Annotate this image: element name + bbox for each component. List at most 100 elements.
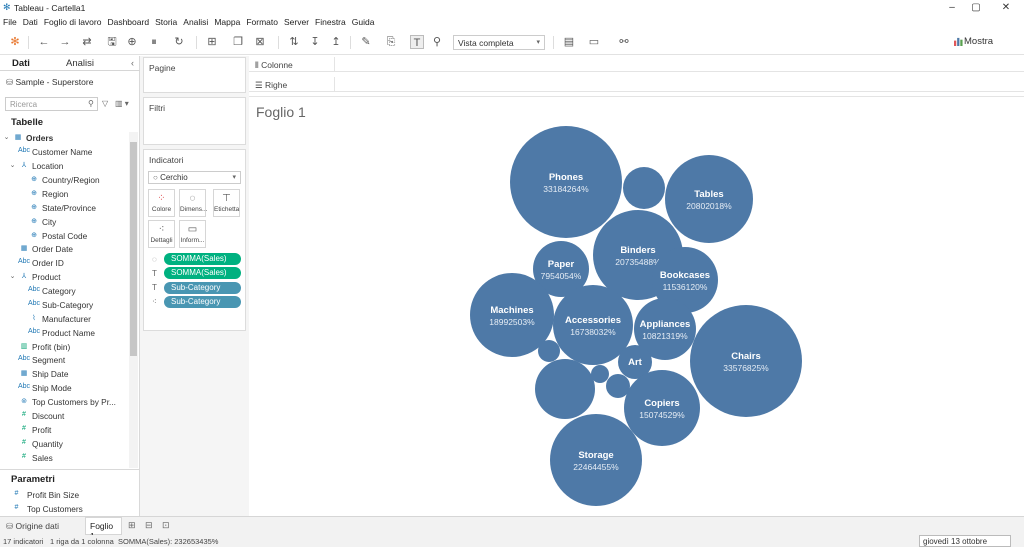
show-labels-icon[interactable]: T	[410, 35, 424, 49]
sort-descending-icon[interactable]: ↥	[329, 35, 343, 49]
pause-updates-icon[interactable]: ⏸	[147, 35, 161, 49]
field-item[interactable]: Abc Order ID	[0, 257, 128, 271]
sheet-tab[interactable]: Foglio 1	[85, 517, 122, 541]
bubble-mark[interactable]	[623, 167, 665, 209]
bubble-mark[interactable]	[606, 374, 630, 398]
size-button[interactable]: ◌ Dimens...	[179, 189, 207, 217]
search-icon[interactable]: ⚲	[88, 99, 94, 108]
menu-format[interactable]: Formato	[243, 16, 281, 28]
parameter-item[interactable]: # Top Customers	[0, 503, 128, 517]
field-item[interactable]: ▦ Order Date	[0, 243, 128, 257]
presentation-mode-icon[interactable]: ▭	[587, 35, 601, 49]
share-icon[interactable]: ⚯	[617, 35, 631, 49]
new-worksheet-icon[interactable]: ⊞	[205, 35, 219, 49]
expand-icon[interactable]: ⌄	[8, 272, 17, 280]
tooltip-button[interactable]: ▭ Inform...	[179, 220, 206, 248]
bubble-value: 22464455%	[573, 462, 619, 472]
field-item[interactable]: Abc Ship Mode	[0, 382, 128, 396]
field-item[interactable]: ⊕ City	[0, 216, 128, 230]
show-cards-icon[interactable]: ▤	[562, 35, 576, 49]
parameter-item[interactable]: # Profit Bin Size	[0, 489, 128, 503]
menu-help[interactable]: Guida	[349, 16, 378, 28]
view-mode-select[interactable]: Vista completa ▾	[453, 35, 545, 50]
menu-analysis[interactable]: Analisi	[180, 16, 211, 28]
rows-shelf[interactable]: ☰ Righe	[249, 77, 1024, 92]
menu-server[interactable]: Server	[281, 16, 312, 28]
field-item[interactable]: # Sales	[0, 452, 128, 466]
menu-map[interactable]: Mappa	[211, 16, 243, 28]
new-dashboard-icon[interactable]: ⊟	[145, 520, 153, 531]
field-item[interactable]: Abc Segment	[0, 354, 128, 368]
collapse-pane-icon[interactable]: ‹	[131, 58, 134, 68]
tableau-home-icon[interactable]: ✻	[8, 35, 22, 49]
highlight-icon[interactable]: ✎	[359, 35, 373, 49]
field-item[interactable]: Abc Sub-Category	[0, 299, 128, 313]
color-button[interactable]: ⁘ Colore	[148, 189, 175, 217]
field-item[interactable]: Abc Category	[0, 285, 128, 299]
columns-shelf[interactable]: ⦀ Colonne	[249, 57, 1024, 72]
geo-icon: ⊕	[31, 204, 37, 211]
new-story-icon[interactable]: ⊡	[162, 520, 170, 531]
mark-type-select[interactable]: ○ Cerchio ▾	[148, 171, 241, 184]
field-item[interactable]: ⌇ Manufacturer	[0, 313, 128, 327]
tab-analytics[interactable]: Analisi	[66, 58, 94, 69]
filter-icon[interactable]: ▽	[102, 99, 108, 108]
expand-icon[interactable]: ⌄	[2, 133, 11, 141]
sort-ascending-icon[interactable]: ↧	[308, 35, 322, 49]
field-item[interactable]: ⊕ Postal Code	[0, 230, 128, 244]
field-item[interactable]: # Profit	[0, 424, 128, 438]
menu-story[interactable]: Storia	[152, 16, 180, 28]
field-item[interactable]: ⌄ ⅄ Location	[0, 160, 128, 174]
menu-file[interactable]: File	[0, 16, 20, 28]
duplicate-sheet-icon[interactable]: ❐	[231, 35, 245, 49]
label-pill[interactable]: SOMMA(Sales)	[164, 267, 241, 279]
group-icon[interactable]: ⎘	[384, 35, 398, 49]
swap-icon[interactable]: ⇄	[80, 35, 94, 49]
new-datasource-icon[interactable]: ⊕	[125, 35, 139, 49]
field-item[interactable]: Abc Customer Name	[0, 146, 128, 160]
bubble-mark[interactable]	[538, 340, 560, 362]
new-worksheet-icon[interactable]: ⊞	[128, 520, 136, 531]
field-item[interactable]: Abc Product Name	[0, 327, 128, 341]
field-item[interactable]: # Discount	[0, 410, 128, 424]
bubble-chart[interactable]: Phones33184264% Tables20802018% Binders207…	[249, 96, 1024, 516]
save-icon[interactable]: 🖫	[105, 35, 119, 49]
filters-card[interactable]: Filtri	[143, 97, 246, 145]
fix-axes-icon[interactable]: ⚲	[430, 35, 444, 49]
undo-icon[interactable]: ←	[37, 35, 51, 49]
refresh-icon[interactable]: ↻	[172, 35, 186, 49]
field-item[interactable]: # Quantity	[0, 438, 128, 452]
close-button[interactable]: ✕	[992, 0, 1020, 16]
scrollbar-thumb[interactable]	[130, 142, 137, 356]
bubble-mark[interactable]	[535, 359, 595, 419]
show-me-button[interactable]: Mostra	[964, 36, 993, 47]
redo-icon[interactable]: →	[58, 35, 72, 49]
maximize-button[interactable]: ▢	[962, 0, 990, 16]
datasource-item[interactable]: ⛁ Sample - Superstore	[6, 77, 93, 88]
field-item[interactable]: ▥ Profit (bin)	[0, 341, 128, 355]
menu-window[interactable]: Finestra	[312, 16, 349, 28]
field-item[interactable]: ⌄ ▦ Orders	[0, 132, 128, 146]
pages-card[interactable]: Pagine	[143, 57, 246, 93]
field-item[interactable]: ⊕ Region	[0, 188, 128, 202]
search-input[interactable]: Ricerca	[5, 97, 98, 111]
detail-button[interactable]: ⁖ Dettagli	[148, 220, 175, 248]
menu-worksheet[interactable]: Foglio di lavoro	[41, 16, 105, 28]
field-item[interactable]: ▦ Ship Date	[0, 368, 128, 382]
data-source-tab[interactable]: ⛁ Origine dati	[6, 521, 59, 532]
view-options-icon[interactable]: ▥ ▾	[115, 99, 129, 108]
field-item[interactable]: ⌄ ⅄ Product	[0, 271, 128, 285]
menu-dashboard[interactable]: Dashboard	[104, 16, 152, 28]
swap-rows-columns-icon[interactable]: ⇅	[287, 35, 301, 49]
field-item[interactable]: ⊕ Country/Region	[0, 174, 128, 188]
label-pill[interactable]: Sub-Category	[164, 282, 241, 294]
label-button[interactable]: ⊤ Etichetta	[213, 189, 240, 217]
clear-sheet-icon[interactable]: ⊠	[253, 35, 267, 49]
size-pill[interactable]: SOMMA(Sales)	[164, 253, 241, 265]
tab-data[interactable]: Dati	[12, 58, 30, 69]
field-item[interactable]: ⊕ State/Province	[0, 202, 128, 216]
menu-data[interactable]: Dati	[20, 16, 41, 28]
expand-icon[interactable]: ⌄	[8, 161, 17, 169]
field-item[interactable]: ⊚ Top Customers by Pr...	[0, 396, 128, 410]
detail-pill[interactable]: Sub-Category	[164, 296, 241, 308]
